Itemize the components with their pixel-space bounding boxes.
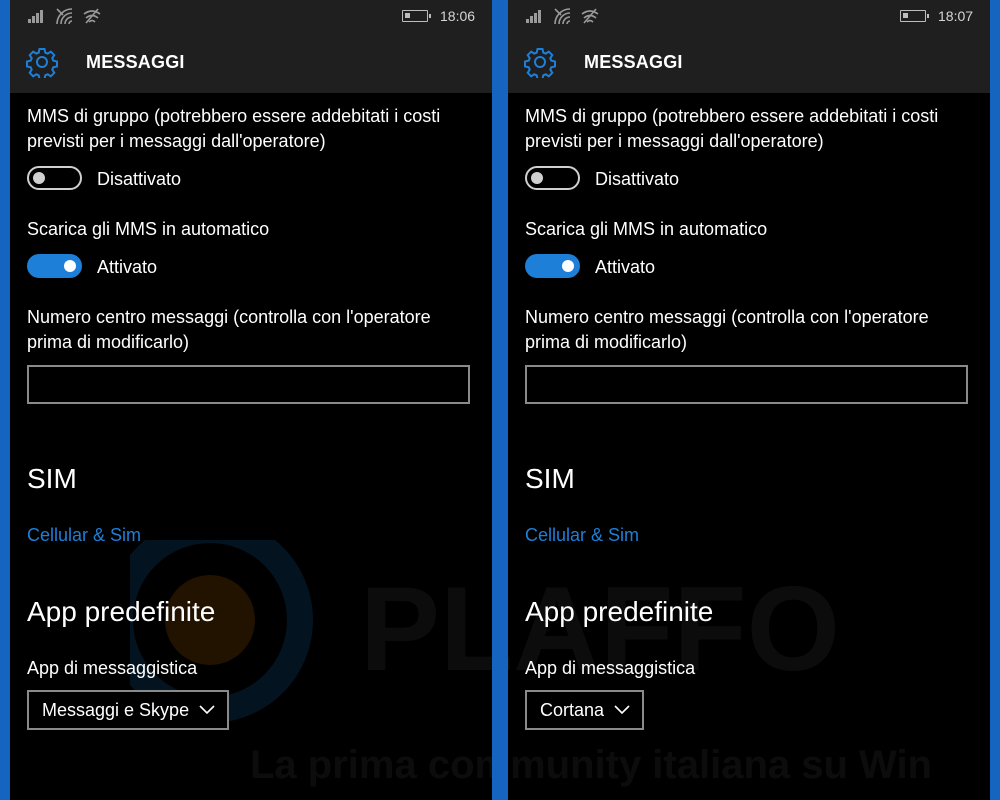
phone-screen-left: 18:06 MESSAGGI PLAFFO La prima community…	[10, 0, 492, 800]
default-apps-heading: App predefinite	[27, 596, 216, 627]
battery-icon	[402, 10, 431, 22]
page-title: MESSAGGI	[584, 52, 683, 72]
message-center-label: Numero centro messaggi (controlla con l'…	[525, 307, 929, 352]
group-mms-toggle[interactable]	[27, 166, 82, 190]
page-title: MESSAGGI	[86, 52, 185, 72]
messaging-app-dropdown[interactable]: Cortana	[525, 690, 645, 730]
page-header: MESSAGGI	[508, 32, 990, 93]
group-mms-toggle[interactable]	[525, 166, 580, 190]
message-center-input[interactable]	[27, 365, 470, 404]
chevron-down-icon	[614, 705, 630, 715]
toggle-knob	[64, 260, 76, 272]
signal-icon	[28, 10, 46, 23]
svg-text:La prima community italiana su: La prima community italiana su Windows P…	[508, 743, 930, 787]
message-center-label: Numero centro messaggi (controlla con l'…	[27, 307, 431, 352]
auto-mms-toggle[interactable]	[27, 254, 82, 278]
group-mms-label: MMS di gruppo (potrebbero essere addebit…	[27, 106, 441, 151]
page-header: MESSAGGI	[10, 32, 492, 93]
group-mms-state: Disattivato	[97, 169, 182, 189]
status-bar: 18:06	[10, 0, 492, 32]
toggle-knob	[33, 172, 45, 184]
battery-icon	[900, 10, 929, 22]
gear-icon	[524, 48, 556, 78]
messaging-app-value: Messaggi e Skype	[42, 699, 190, 720]
group-mms-label: MMS di gruppo (potrebbero essere addebit…	[525, 106, 939, 151]
wifi-icon	[554, 8, 571, 25]
cellular-sim-link[interactable]: Cellular & Sim	[27, 525, 141, 546]
messaging-app-dropdown[interactable]: Messaggi e Skype	[27, 690, 230, 730]
auto-mms-toggle[interactable]	[525, 254, 580, 278]
default-apps-heading: App predefinite	[525, 596, 714, 627]
phone-screen-right: 18:07 MESSAGGI PLAFFO La prima community…	[508, 0, 990, 800]
messaging-app-label: App di messaggistica	[525, 658, 696, 678]
auto-mms-label: Scarica gli MMS in automatico	[27, 219, 270, 239]
messaging-app-label: App di messaggistica	[27, 658, 198, 678]
svg-text:PLAFFO: PLAFFO	[360, 562, 492, 696]
wifi-icon	[56, 8, 73, 25]
sim-heading: SIM	[525, 463, 575, 494]
wifi-off-icon	[581, 8, 599, 24]
auto-mms-state: Attivato	[97, 257, 158, 277]
gear-icon	[26, 48, 58, 78]
chevron-down-icon	[199, 705, 215, 715]
auto-mms-state: Attivato	[595, 257, 656, 277]
messaging-app-value: Cortana	[540, 699, 605, 720]
message-center-input[interactable]	[525, 365, 968, 404]
signal-icon	[526, 10, 544, 23]
toggle-knob	[531, 172, 543, 184]
sim-heading: SIM	[27, 463, 77, 494]
status-time: 18:07	[938, 8, 974, 24]
svg-text:La prima community italiana su: La prima community italiana su Windows P…	[250, 743, 492, 787]
auto-mms-label: Scarica gli MMS in automatico	[525, 219, 768, 239]
status-bar: 18:07	[508, 0, 990, 32]
status-time: 18:06	[440, 8, 476, 24]
wifi-off-icon	[83, 8, 101, 24]
cellular-sim-link[interactable]: Cellular & Sim	[525, 525, 639, 546]
toggle-knob	[562, 260, 574, 272]
group-mms-state: Disattivato	[595, 169, 680, 189]
